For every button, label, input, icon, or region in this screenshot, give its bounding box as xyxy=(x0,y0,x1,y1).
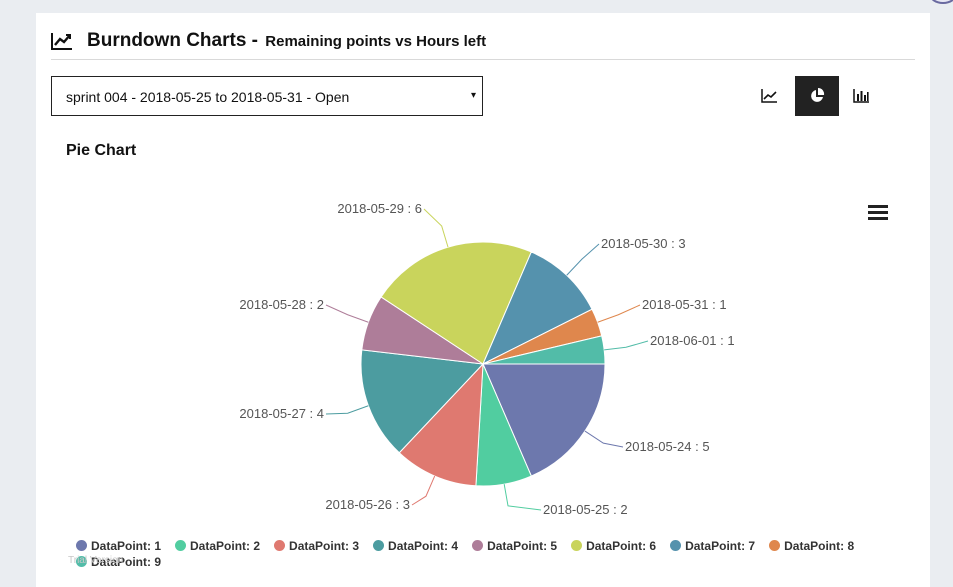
legend-item[interactable]: DataPoint: 2 xyxy=(175,538,260,553)
pie-label-connector xyxy=(423,208,449,248)
pie-slice-label: 2018-05-29 : 6 xyxy=(337,201,422,216)
legend-marker xyxy=(670,540,682,551)
legend-label: DataPoint: 1 xyxy=(91,538,162,553)
pie-slice-label: 2018-05-26 : 3 xyxy=(325,497,410,512)
pie-label-connector xyxy=(604,340,649,351)
legend-label: DataPoint: 3 xyxy=(289,538,360,553)
legend-marker xyxy=(175,540,187,551)
legend-marker xyxy=(472,540,484,551)
legend-marker xyxy=(769,540,781,551)
pie-slice-label: 2018-06-01 : 1 xyxy=(650,333,735,348)
legend-marker xyxy=(571,540,583,551)
pie-label-connector xyxy=(597,304,641,323)
legend-item[interactable]: DataPoint: 3 xyxy=(274,538,359,553)
pie-label-connector xyxy=(325,405,369,415)
legend-label: DataPoint: 8 xyxy=(784,538,855,553)
pie-slice-label: 2018-05-28 : 2 xyxy=(239,297,324,312)
pie-slice-label: 2018-05-30 : 3 xyxy=(601,236,686,251)
chart-legend: DataPoint: 1 DataPoint: 2 DataPoint: 3 Data… xyxy=(76,538,916,570)
legend-marker xyxy=(274,540,286,551)
trial-watermark: Trial Version xyxy=(68,555,124,566)
legend-label: DataPoint: 7 xyxy=(685,538,756,553)
legend-item[interactable]: DataPoint: 6 xyxy=(571,538,656,553)
chart-panel: Burndown Charts - Remaining points vs Ho… xyxy=(36,13,930,587)
legend-label: DataPoint: 4 xyxy=(388,538,459,553)
pie-slice-label: 2018-05-27 : 4 xyxy=(239,406,324,421)
legend-item[interactable]: DataPoint: 7 xyxy=(670,538,755,553)
legend-label: DataPoint: 2 xyxy=(190,538,261,553)
legend-marker xyxy=(76,540,87,551)
legend-item[interactable]: DataPoint: 4 xyxy=(373,538,458,553)
legend-marker xyxy=(373,540,385,551)
pie-label-connector xyxy=(411,475,436,506)
legend-label: DataPoint: 6 xyxy=(586,538,657,553)
pie-chart: 2018-05-24 : 5 2018-05-25 : 2 2018-05-26 :… xyxy=(239,201,735,517)
legend-item[interactable]: DataPoint: 1 xyxy=(76,538,161,553)
pie-label-connector xyxy=(566,243,600,276)
pie-label-connector xyxy=(325,304,369,323)
pie-label-connector xyxy=(503,484,542,511)
pie-label-connector xyxy=(584,430,624,448)
pie-slice-label: 2018-05-24 : 5 xyxy=(625,439,710,454)
legend-item[interactable]: DataPoint: 5 xyxy=(472,538,557,553)
legend-item[interactable]: DataPoint: 8 xyxy=(769,538,854,553)
pie-slice-label: 2018-05-25 : 2 xyxy=(543,502,628,517)
legend-label: DataPoint: 5 xyxy=(487,538,558,553)
pie-slice-label: 2018-05-31 : 1 xyxy=(642,297,727,312)
avatar[interactable] xyxy=(929,0,953,4)
